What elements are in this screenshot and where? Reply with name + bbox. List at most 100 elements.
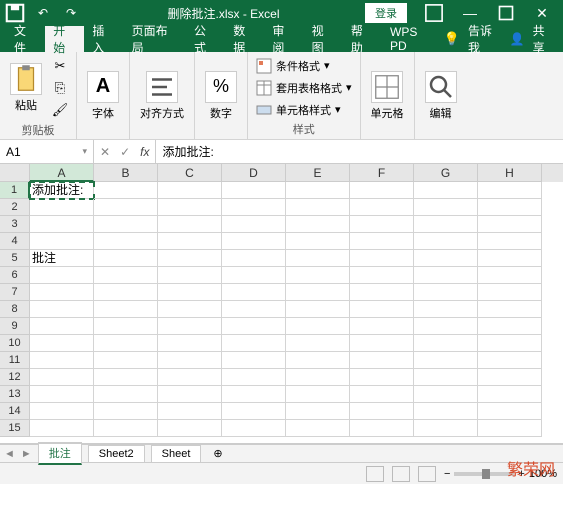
cell[interactable] xyxy=(286,335,350,352)
cell[interactable] xyxy=(94,403,158,420)
cell[interactable] xyxy=(94,335,158,352)
cell[interactable] xyxy=(350,318,414,335)
cell[interactable] xyxy=(414,284,478,301)
cell[interactable] xyxy=(350,216,414,233)
cancel-icon[interactable]: ✕ xyxy=(100,145,110,159)
cell[interactable] xyxy=(478,403,542,420)
tab-view[interactable]: 视图 xyxy=(304,26,343,52)
cell[interactable] xyxy=(286,199,350,216)
column-header[interactable]: B xyxy=(94,164,158,182)
column-header[interactable]: C xyxy=(158,164,222,182)
cell[interactable] xyxy=(350,284,414,301)
cell[interactable] xyxy=(478,420,542,437)
tab-home[interactable]: 开始 xyxy=(45,26,84,52)
enter-icon[interactable]: ✓ xyxy=(120,145,130,159)
cell[interactable] xyxy=(414,420,478,437)
formula-input[interactable]: 添加批注: xyxy=(155,140,563,163)
cell[interactable] xyxy=(478,199,542,216)
row-header[interactable]: 9 xyxy=(0,318,30,335)
cell[interactable] xyxy=(30,301,94,318)
number-button[interactable]: % 数字 xyxy=(201,69,241,123)
column-header[interactable]: G xyxy=(414,164,478,182)
cell[interactable] xyxy=(222,301,286,318)
cell[interactable] xyxy=(94,233,158,250)
conditional-formatting-button[interactable]: 条件格式 ▾ xyxy=(254,57,354,75)
row-header[interactable]: 15 xyxy=(0,420,30,437)
cell[interactable] xyxy=(286,250,350,267)
cell[interactable] xyxy=(222,267,286,284)
new-sheet-icon[interactable]: ⊕ xyxy=(207,447,228,460)
cell[interactable] xyxy=(286,301,350,318)
row-header[interactable]: 7 xyxy=(0,284,30,301)
lightbulb-icon[interactable]: 💡 xyxy=(444,31,460,47)
cell[interactable]: 添加批注: xyxy=(30,182,94,199)
cell[interactable] xyxy=(414,267,478,284)
cell[interactable] xyxy=(30,318,94,335)
cell[interactable] xyxy=(286,420,350,437)
cell[interactable] xyxy=(94,318,158,335)
cell[interactable] xyxy=(478,250,542,267)
sheet-tab-3[interactable]: Sheet xyxy=(151,445,202,463)
cell[interactable] xyxy=(158,216,222,233)
name-box[interactable]: A1 xyxy=(0,140,94,163)
zoom-in-icon[interactable]: + xyxy=(518,468,524,480)
cell[interactable] xyxy=(350,403,414,420)
cell-styles-button[interactable]: 单元格样式 ▾ xyxy=(254,101,354,119)
tab-nav-next-icon[interactable]: ► xyxy=(21,448,32,460)
cell[interactable] xyxy=(414,301,478,318)
sheet-tab-2[interactable]: Sheet2 xyxy=(88,445,145,463)
cell[interactable] xyxy=(94,352,158,369)
tab-insert[interactable]: 插入 xyxy=(84,26,123,52)
cell[interactable] xyxy=(350,369,414,386)
cell[interactable] xyxy=(30,369,94,386)
cell[interactable] xyxy=(414,386,478,403)
column-header[interactable]: H xyxy=(478,164,542,182)
cell[interactable] xyxy=(222,182,286,199)
zoom-slider[interactable] xyxy=(454,472,514,476)
cell[interactable] xyxy=(414,199,478,216)
cell[interactable] xyxy=(158,403,222,420)
cell[interactable] xyxy=(158,233,222,250)
cell[interactable] xyxy=(478,267,542,284)
cell[interactable] xyxy=(222,250,286,267)
cell[interactable] xyxy=(94,250,158,267)
tab-file[interactable]: 文件 xyxy=(6,26,45,52)
row-header[interactable]: 4 xyxy=(0,233,30,250)
cell[interactable] xyxy=(222,403,286,420)
grid-body[interactable]: 添加批注: 批注 xyxy=(30,182,563,437)
row-header[interactable]: 8 xyxy=(0,301,30,318)
cell[interactable] xyxy=(94,182,158,199)
cell[interactable] xyxy=(94,284,158,301)
cell[interactable] xyxy=(414,250,478,267)
cell[interactable] xyxy=(30,233,94,250)
cell[interactable] xyxy=(94,216,158,233)
cell[interactable] xyxy=(350,233,414,250)
redo-icon[interactable]: ↷ xyxy=(60,2,82,24)
cell[interactable]: 批注 xyxy=(30,250,94,267)
cell[interactable] xyxy=(30,216,94,233)
cell[interactable] xyxy=(350,335,414,352)
cell[interactable] xyxy=(286,267,350,284)
cell[interactable] xyxy=(414,233,478,250)
cell[interactable] xyxy=(478,233,542,250)
cell[interactable] xyxy=(414,182,478,199)
cell[interactable] xyxy=(158,284,222,301)
cell[interactable] xyxy=(30,403,94,420)
cell[interactable] xyxy=(30,199,94,216)
cell[interactable] xyxy=(478,301,542,318)
row-header[interactable]: 12 xyxy=(0,369,30,386)
table-format-button[interactable]: 套用表格格式 ▾ xyxy=(254,79,354,97)
cell[interactable] xyxy=(350,250,414,267)
cell[interactable] xyxy=(30,352,94,369)
paste-button[interactable]: 粘贴 xyxy=(6,61,46,115)
cell[interactable] xyxy=(158,352,222,369)
cell[interactable] xyxy=(222,420,286,437)
column-header[interactable]: D xyxy=(222,164,286,182)
cells-button[interactable]: 单元格 xyxy=(367,69,408,123)
column-header[interactable]: A xyxy=(30,164,94,182)
cell[interactable] xyxy=(158,182,222,199)
cell[interactable] xyxy=(222,369,286,386)
cell[interactable] xyxy=(158,386,222,403)
cell[interactable] xyxy=(158,420,222,437)
select-all-corner[interactable] xyxy=(0,164,30,182)
